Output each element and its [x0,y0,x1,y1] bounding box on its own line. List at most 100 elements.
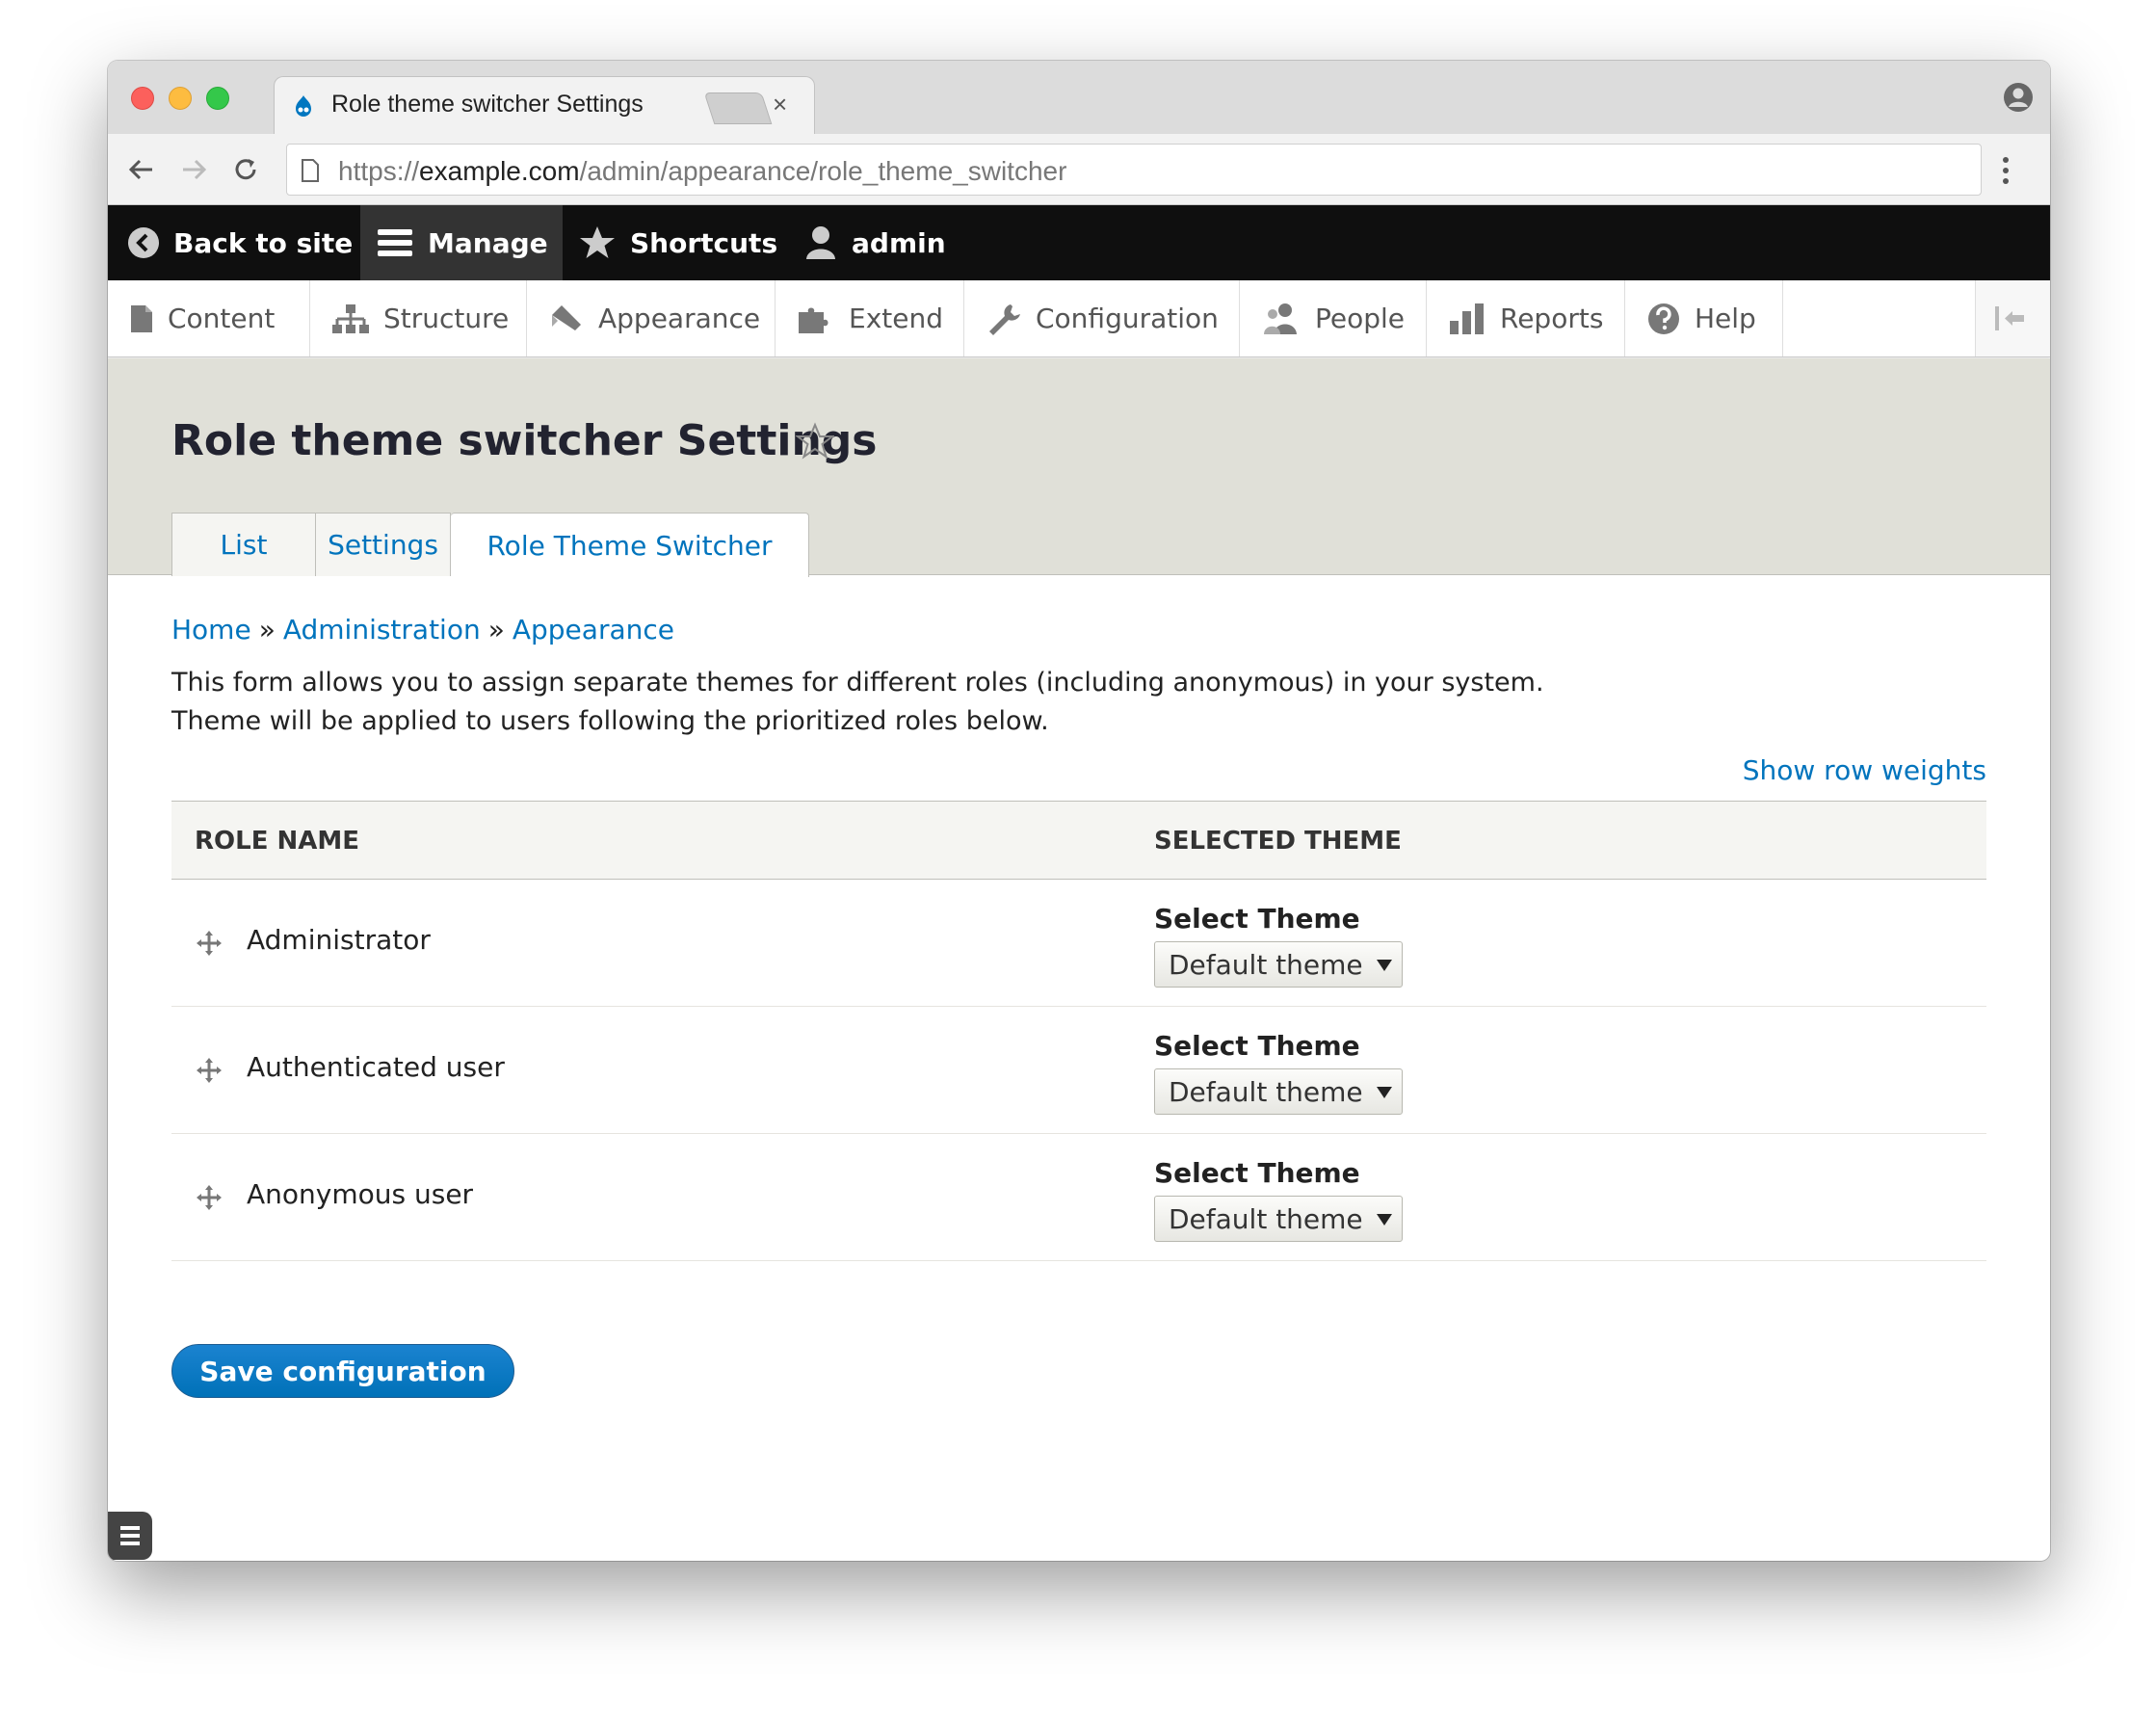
maximize-window-button[interactable] [206,87,229,110]
theme-select-value: Default theme [1169,1076,1363,1108]
tab-label: Role Theme Switcher [486,529,773,562]
reports-icon [1450,303,1484,334]
reload-icon[interactable] [227,151,264,188]
theme-select[interactable]: Default theme [1154,1196,1403,1242]
user-label: admin [852,226,946,259]
breadcrumb-home-link[interactable]: Home [171,614,251,646]
tab-title: Role theme switcher Settings [331,91,644,118]
tray-item-appearance[interactable]: Appearance [527,280,776,356]
table-header: Role name Selected theme [171,801,1986,880]
tray-item-label: Reports [1500,303,1604,334]
configuration-icon [989,303,1020,335]
role-name: Authenticated user [247,1051,505,1083]
collapse-left-icon [1995,306,2024,330]
drag-handle-icon[interactable] [195,929,223,958]
user-icon [806,226,835,259]
add-shortcut-star-icon[interactable] [796,422,834,461]
tray-item-content[interactable]: Content [108,280,310,356]
tray-item-structure[interactable]: Structure [310,280,527,356]
back-to-site-label: Back to site [173,226,354,259]
url-input[interactable]: https://example.com/admin/appearance/rol… [286,144,1982,196]
forward-arrow-icon[interactable] [175,151,212,188]
theme-select[interactable]: Default theme [1154,1068,1403,1115]
close-window-button[interactable] [131,87,154,110]
form-description: This form allows you to assign separate … [171,664,1544,741]
roles-table: Role name Selected theme Administrator S… [171,801,1986,1261]
star-icon [580,226,615,258]
dropdown-arrow-icon [1377,960,1392,971]
page-info-icon[interactable] [301,158,320,183]
drupal-favicon-icon [296,95,311,117]
hamburger-icon [378,229,412,256]
back-circle-icon [128,227,159,258]
tab-settings[interactable]: Settings [316,513,451,576]
admin-toolbar-tray: Content Structure Appearance Extend Conf… [108,280,2050,357]
tab-close-icon[interactable]: × [773,90,787,119]
breadcrumb-administration-link[interactable]: Administration [283,614,481,646]
dropdown-arrow-icon [1377,1087,1392,1098]
table-row: Authenticated user Select Theme Default … [171,1007,1986,1134]
profile-icon[interactable] [2003,82,2034,113]
theme-select-value: Default theme [1169,1203,1363,1235]
tray-orientation-toggle[interactable] [1975,280,2050,356]
tab-label: List [220,529,268,561]
structure-icon [332,303,369,333]
tray-item-extend[interactable]: Extend [776,280,964,356]
role-name: Anonymous user [247,1178,474,1210]
table-row: Anonymous user Select Theme Default them… [171,1134,1986,1261]
address-bar: https://example.com/admin/appearance/rol… [108,134,2050,205]
people-icon [1264,303,1297,334]
select-theme-label: Select Theme [1154,1157,1360,1189]
back-arrow-icon[interactable] [123,151,160,188]
theme-select-value: Default theme [1169,949,1363,981]
page-title: Role theme switcher Settings [171,416,878,465]
menu-lines-icon [120,1526,140,1545]
tray-item-reports[interactable]: Reports [1427,280,1625,356]
shortcuts-tab[interactable]: Shortcuts [578,205,777,280]
content-icon [131,304,152,332]
browser-titlebar: Role theme switcher Settings × [108,61,2050,135]
appearance-icon [552,304,581,330]
browser-window: Role theme switcher Settings × https://e… [108,61,2050,1561]
description-line: This form allows you to assign separate … [171,668,1544,698]
column-header-role: Role name [195,827,360,856]
tab-list[interactable]: List [171,513,316,576]
column-header-theme: Selected theme [1154,827,1402,856]
new-tab-button[interactable] [703,92,773,124]
shortcuts-label: Shortcuts [630,226,778,259]
drag-handle-icon[interactable] [195,1183,223,1212]
breadcrumb-separator: » [487,614,505,646]
save-configuration-button[interactable]: Save configuration [171,1344,514,1398]
help-icon [1648,303,1679,334]
tray-item-people[interactable]: People [1240,280,1427,356]
tray-item-label: Help [1695,303,1756,334]
tray-item-configuration[interactable]: Configuration [964,280,1240,356]
tray-item-label: Configuration [1036,303,1219,334]
tab-label: Settings [328,529,438,561]
manage-tab[interactable]: Manage [360,205,563,280]
user-tab[interactable]: admin [803,205,946,280]
dropdown-arrow-icon [1377,1214,1392,1225]
tray-item-label: Extend [849,303,943,334]
tray-item-help[interactable]: Help [1625,280,1783,356]
show-row-weights-link[interactable]: Show row weights [1743,754,1986,786]
sidebar-drawer-toggle[interactable] [108,1512,152,1560]
tray-item-label: People [1315,303,1406,334]
tray-item-label: Appearance [598,303,761,334]
page-header: Role theme switcher Settings List Settin… [108,358,2050,577]
theme-select[interactable]: Default theme [1154,941,1403,988]
tab-role-theme-switcher[interactable]: Role Theme Switcher [451,513,809,577]
minimize-window-button[interactable] [169,87,192,110]
local-tasks: List Settings Role Theme Switcher [171,513,809,577]
table-row: Administrator Select Theme Default theme [171,880,1986,1007]
select-theme-label: Select Theme [1154,1030,1360,1062]
breadcrumb-separator: » [258,614,276,646]
back-to-site-link[interactable]: Back to site [127,205,353,280]
breadcrumb: Home» Administration» Appearance [171,614,674,646]
role-name: Administrator [247,924,431,956]
drag-handle-icon[interactable] [195,1056,223,1085]
url-text: https://example.com/admin/appearance/rol… [338,156,1067,186]
select-theme-label: Select Theme [1154,903,1360,935]
browser-menu-icon[interactable] [2000,153,2011,188]
breadcrumb-appearance-link[interactable]: Appearance [513,614,674,646]
